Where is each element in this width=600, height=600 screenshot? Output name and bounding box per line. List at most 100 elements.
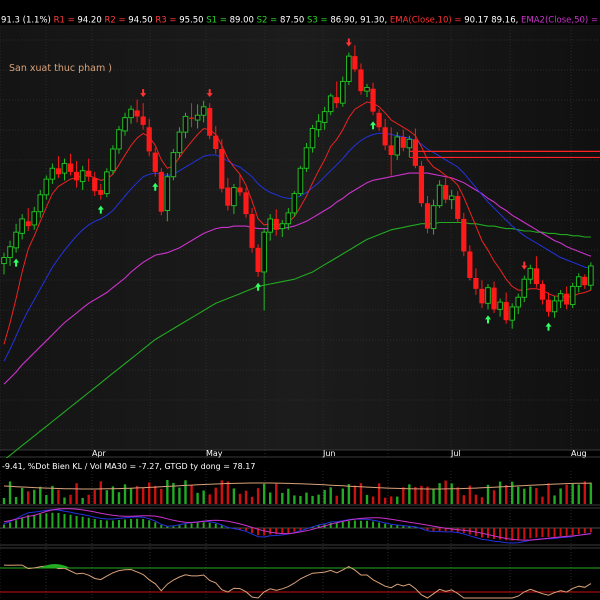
candle-body-up xyxy=(575,276,582,287)
osc-histogram-bar xyxy=(51,512,54,528)
candle-body-down xyxy=(455,196,461,219)
osc-histogram-bar xyxy=(148,520,151,528)
volume-bar xyxy=(2,498,6,504)
volume-bar xyxy=(33,489,36,504)
candle-body-up xyxy=(7,246,13,258)
candle-body-down xyxy=(213,135,219,149)
candle-body-down xyxy=(67,163,74,172)
volume-bar xyxy=(178,487,181,504)
volume-bar xyxy=(99,481,102,504)
volume-bar xyxy=(438,483,441,504)
volume-bar xyxy=(383,497,387,504)
candle-body-down xyxy=(376,112,382,128)
candle-body-up xyxy=(557,293,564,302)
candle-body-down xyxy=(382,127,388,146)
volume-bar xyxy=(480,497,484,504)
osc-histogram-bar xyxy=(353,520,356,528)
candle-body-down xyxy=(243,192,249,215)
header-pivot-label: R3 = xyxy=(155,16,179,26)
volume-bar xyxy=(196,492,199,504)
candle-body-up xyxy=(13,231,19,249)
volume-bar xyxy=(474,494,478,504)
volume-bar xyxy=(390,496,393,504)
volume-bar xyxy=(117,492,121,504)
candle-body-up xyxy=(37,194,44,213)
candle-body-up xyxy=(485,287,491,304)
volume-bar xyxy=(335,495,338,504)
candle-body-up xyxy=(43,178,50,196)
osc-histogram-bar xyxy=(402,526,405,528)
header-ema-label: EMA(Close,10) = xyxy=(390,16,464,26)
volume-bar xyxy=(329,487,332,504)
header-ema-value: 89.16, xyxy=(491,16,521,26)
volume-bar xyxy=(45,495,48,504)
osc-histogram-bar xyxy=(117,520,120,528)
volume-bar xyxy=(450,483,453,504)
candle-body-up xyxy=(182,115,189,133)
header-pivot-label: S2 = xyxy=(257,16,280,26)
volume-bar xyxy=(317,494,320,504)
chart-title: San xuat thuc pham ) xyxy=(9,63,112,74)
osc-histogram-bar xyxy=(583,528,586,534)
volume-bar xyxy=(93,490,96,504)
osc-histogram-bar xyxy=(372,521,375,528)
volume-bar xyxy=(214,487,217,504)
candle-body-down xyxy=(467,251,473,278)
volume-bar xyxy=(123,484,127,504)
osc-histogram-bar xyxy=(63,514,66,528)
header-pivot-value: 94.20 xyxy=(77,16,104,26)
candle-body-up xyxy=(321,111,328,123)
header-ema-label: EMA2(Close,50) = xyxy=(521,16,598,26)
candle-body-up xyxy=(521,278,528,298)
candle-body-up xyxy=(194,114,201,121)
month-label: Jul xyxy=(450,449,461,458)
volume-bar xyxy=(27,491,30,504)
candle-body-up xyxy=(527,267,534,280)
candle-body-up xyxy=(200,106,207,116)
osc-histogram-bar xyxy=(3,524,5,528)
candle-body-down xyxy=(188,117,195,119)
candle-body-up xyxy=(291,193,298,214)
osc-histogram-bar xyxy=(565,528,568,536)
candle-body-up xyxy=(1,256,7,265)
osc-histogram-bar xyxy=(335,522,338,528)
candle-body-down xyxy=(400,136,406,148)
indicator-header: 91.3 (1.1%) R1 = 94.20 R2 = 94.50 R3 = 9… xyxy=(1,16,598,26)
osc-histogram-bar xyxy=(190,523,193,528)
header-pivot-value: 89.00 xyxy=(230,16,257,26)
volume-bar xyxy=(498,481,502,504)
candle-body-down xyxy=(25,221,31,227)
osc-histogram-bar xyxy=(523,528,526,540)
candle-body-up xyxy=(340,80,346,104)
candle-body-down xyxy=(545,299,552,312)
candle-body-up xyxy=(515,296,522,308)
candle-body-down xyxy=(86,170,92,177)
month-label: Aug xyxy=(571,449,587,458)
volume-bar xyxy=(371,496,375,504)
osc-histogram-bar xyxy=(281,528,284,534)
candle-body-up xyxy=(231,187,237,207)
candle-body-up xyxy=(448,195,455,201)
osc-histogram-bar xyxy=(432,528,435,531)
candle-body-down xyxy=(74,171,80,181)
volume-bar xyxy=(69,494,72,504)
candle-body-down xyxy=(539,284,546,300)
candle-body-up xyxy=(309,127,316,149)
volume-bar xyxy=(281,492,284,504)
volume-bar xyxy=(202,490,205,504)
volume-bar xyxy=(184,480,187,504)
candle-body-down xyxy=(388,145,394,156)
volume-bar xyxy=(269,492,272,504)
osc-histogram-bar xyxy=(287,528,290,533)
candle-body-up xyxy=(267,218,273,233)
volume-bar xyxy=(559,488,562,504)
osc-histogram-bar xyxy=(99,520,102,528)
osc-histogram-bar xyxy=(160,525,163,528)
osc-histogram-bar xyxy=(535,528,538,538)
osc-histogram-bar xyxy=(559,528,562,536)
candle-body-down xyxy=(358,69,364,92)
candle-body-up xyxy=(279,223,286,230)
volume-bar xyxy=(232,488,236,504)
osc-histogram-bar xyxy=(245,528,247,531)
volume-bar xyxy=(129,487,133,504)
